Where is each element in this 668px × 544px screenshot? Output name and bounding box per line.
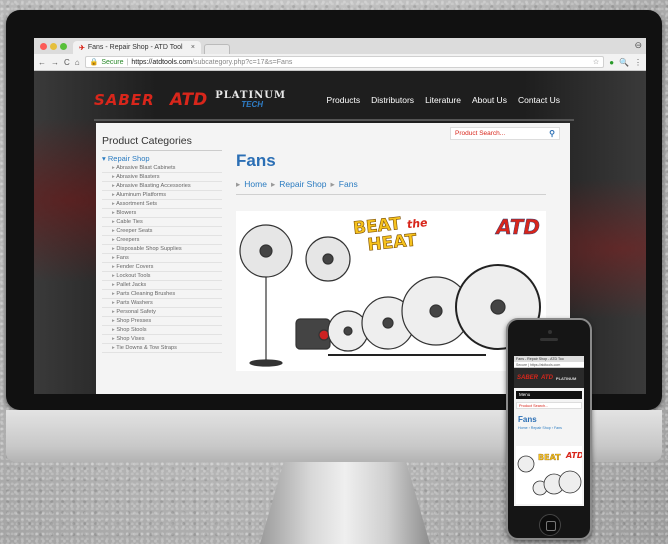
phone-screen: Fans - Repair Shop - ATD Too Secure | ht… (514, 356, 584, 506)
extension-icon[interactable]: ● (609, 58, 614, 67)
home-button[interactable] (539, 514, 561, 536)
phone-atd-brand: ATD (565, 451, 582, 460)
category-item[interactable]: Parts Washers (102, 299, 222, 308)
category-item[interactable]: Parts Cleaning Brushes (102, 290, 222, 299)
browser-tab-bar: ✈ Fans - Repair Shop - ATD Tool × ⊖ (34, 38, 646, 54)
category-item[interactable]: Creepers (102, 236, 222, 245)
category-item[interactable]: Abrasive Blasters (102, 173, 222, 182)
phone-platinum-logo[interactable]: PLATINUM (556, 376, 576, 381)
platinum-text: PLATINUM (215, 90, 287, 101)
address-bar[interactable]: 🔒 Secure | https://atdtools.com/subcateg… (84, 56, 605, 68)
forward-icon[interactable]: → (51, 58, 59, 67)
category-item[interactable]: Fender Covers (102, 263, 222, 272)
category-parent-repair-shop[interactable]: ▾ Repair Shop (102, 154, 222, 163)
atd-logo[interactable]: ATD (170, 90, 207, 110)
menu-item-contact-us[interactable]: Contact Us (518, 95, 560, 105)
reload-icon[interactable]: C (64, 58, 70, 67)
category-item[interactable]: Shop Presses (102, 317, 222, 326)
new-tab-button[interactable] (204, 44, 230, 54)
category-item[interactable]: Assortment Sets (102, 200, 222, 209)
phone-atd-logo[interactable]: ATD (541, 375, 553, 381)
tech-text: TECH (241, 100, 264, 109)
front-camera (548, 330, 552, 334)
earpiece-speaker (540, 338, 558, 341)
phone-site-header: SABER ATD PLATINUM (514, 368, 584, 388)
search-icon[interactable]: ⚲ (549, 129, 555, 138)
phone-menu-button[interactable]: Menu (516, 391, 582, 399)
category-sidebar: Product Categories ▾ Repair Shop Abrasiv… (102, 135, 222, 353)
category-item-fans[interactable]: Fans (102, 254, 222, 263)
sidebar-heading: Product Categories (102, 135, 222, 151)
the-text: the (406, 216, 429, 232)
category-item[interactable]: Shop Stools (102, 326, 222, 335)
site-header: SABER ATD PLATINUM TECH Products Distrib… (94, 83, 574, 117)
phone-hero-image: BEAT ATD (516, 446, 584, 504)
category-item[interactable]: Cable Ties (102, 218, 222, 227)
minimize-window-icon[interactable] (50, 43, 57, 50)
category-item[interactable]: Tie Downs & Tow Straps (102, 344, 222, 353)
platinum-tech-logo[interactable]: PLATINUM TECH (215, 90, 287, 110)
category-item[interactable]: Disposable Shop Supplies (102, 245, 222, 254)
saber-logo[interactable]: SABER (94, 91, 164, 109)
phone-fan-illustration: BEAT ATD (517, 451, 584, 496)
category-item[interactable]: Lockout Tools (102, 272, 222, 281)
menu-item-distributors[interactable]: Distributors (371, 95, 414, 105)
back-icon[interactable]: ← (38, 58, 46, 67)
phone-search-input[interactable]: Product Search... (516, 402, 582, 409)
bookmark-star-icon[interactable]: ☆ (593, 58, 599, 66)
monitor-stand (260, 462, 430, 544)
category-item[interactable]: Abrasive Blast Cabinets (102, 164, 222, 173)
iphone-device: Fans - Repair Shop - ATD Too Secure | ht… (506, 318, 592, 540)
account-icon[interactable]: ⊖ (634, 40, 642, 51)
breadcrumb-home[interactable]: Home (244, 179, 267, 190)
phone-beat-text: BEAT (538, 453, 561, 462)
category-item[interactable]: Aluminum Platforms (102, 191, 222, 200)
menu-item-about-us[interactable]: About Us (472, 95, 507, 105)
page-title: Fans (236, 151, 276, 170)
search-placeholder: Product Search... (455, 130, 506, 137)
category-item[interactable]: Creeper Seats (102, 227, 222, 236)
browser-tab[interactable]: ✈ Fans - Repair Shop - ATD Tool × (73, 41, 201, 54)
tab-close-icon[interactable]: × (191, 44, 195, 51)
menu-item-literature[interactable]: Literature (425, 95, 461, 105)
menu-item-products[interactable]: Products (327, 95, 361, 105)
url-path: /subcategory.php?c=17&s=Fans (192, 58, 293, 66)
phone-saber-logo[interactable]: SABER (517, 375, 538, 381)
header-divider (94, 119, 574, 121)
phone-breadcrumb[interactable]: Home › Repair Shop › Fans (518, 426, 584, 430)
page-content: Product Search... ⚲ Product Categories ▾… (96, 123, 570, 394)
product-search-input[interactable]: Product Search... ⚲ (450, 127, 560, 140)
tab-title: Fans - Repair Shop - ATD Tool (87, 44, 183, 51)
main-column: Fans ▸ Home ▸ Repair Shop ▸ Fans BEAT th… (236, 151, 546, 371)
breadcrumb-repair-shop[interactable]: Repair Shop (279, 179, 326, 190)
more-menu-icon[interactable]: ⋮ (634, 58, 642, 67)
search-extension-icon[interactable]: 🔍 (619, 58, 629, 67)
secure-label: Secure (101, 58, 124, 66)
close-window-icon[interactable] (40, 43, 47, 50)
category-item[interactable]: Shop Vises (102, 335, 222, 344)
category-item[interactable]: Pallet Jacks (102, 281, 222, 290)
phone-page-title: Fans (518, 415, 537, 424)
url-domain: https://atdtools.com (131, 58, 193, 66)
zoom-window-icon[interactable] (60, 43, 67, 50)
fans-hero-image: BEAT the HEAT ATD (236, 211, 546, 371)
site-favicon-icon: ✈ (79, 44, 85, 52)
lock-icon: 🔒 (89, 59, 99, 66)
category-item[interactable]: Personal Safety (102, 308, 222, 317)
home-icon[interactable]: ⌂ (75, 58, 80, 67)
browser-toolbar: ← → C ⌂ 🔒 Secure | https://atdtools.com /… (34, 54, 646, 71)
breadcrumb: ▸ Home ▸ Repair Shop ▸ Fans (236, 179, 546, 195)
main-menu: Products Distributors Literature About U… (327, 95, 574, 105)
atd-brand-logo: ATD (496, 215, 540, 239)
category-item[interactable]: Blowers (102, 209, 222, 218)
category-item[interactable]: Abrasive Blasting Accessories (102, 182, 222, 191)
breadcrumb-fans[interactable]: Fans (339, 179, 358, 190)
